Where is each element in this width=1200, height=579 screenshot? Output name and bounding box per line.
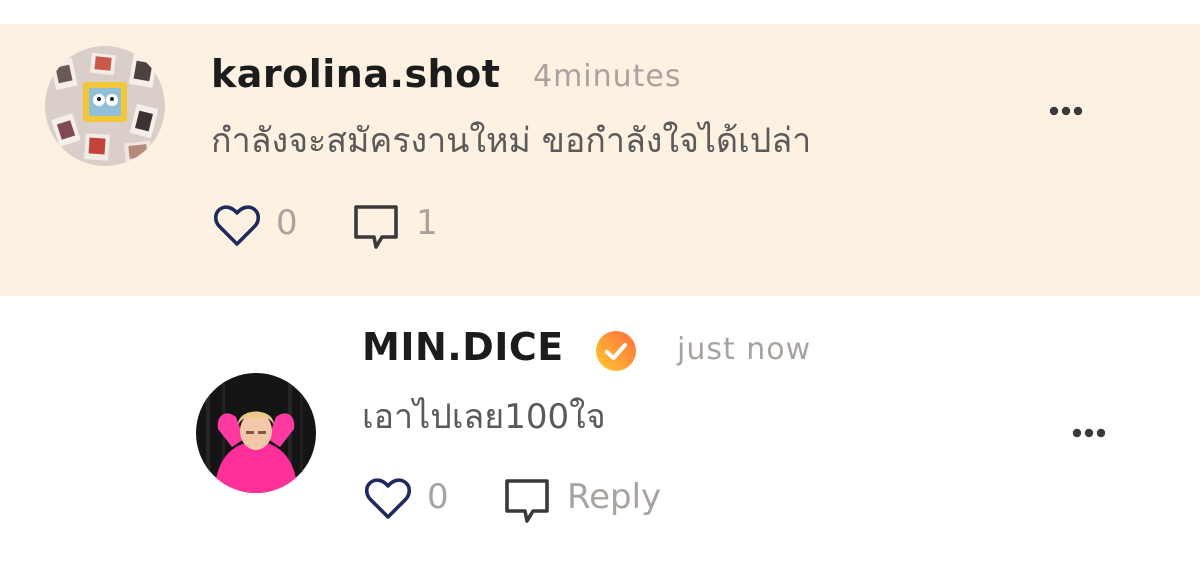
- comment-thread: karolina.shot 4minutes กำลังจะสมัครงานให…: [0, 0, 1200, 579]
- comment-bubble-icon: [505, 479, 549, 523]
- photo-collage-avatar-icon: [45, 46, 165, 166]
- reply-reply-label[interactable]: Reply: [567, 477, 661, 517]
- reply-username[interactable]: MIN.DICE: [362, 325, 564, 369]
- comment-avatar[interactable]: [45, 46, 165, 166]
- comment-reply-button[interactable]: [352, 203, 400, 251]
- verified-badge-icon: [595, 330, 637, 372]
- reply-more-options-icon[interactable]: [1069, 423, 1109, 443]
- comment-like-button[interactable]: [213, 204, 261, 248]
- reply-like-count: 0: [427, 477, 449, 517]
- heart-icon: [364, 478, 412, 519]
- comment-like-count: 0: [276, 203, 298, 243]
- comment-reply-count: 1: [416, 203, 438, 243]
- person-pink-hoodie-avatar-icon: [196, 373, 316, 493]
- comment-bubble-icon: [354, 205, 398, 249]
- comment-text: กำลังจะสมัครงานใหม่ ขอกำลังใจได้เปล่า: [211, 121, 812, 161]
- reply-avatar[interactable]: [196, 373, 316, 493]
- heart-icon: [213, 205, 261, 246]
- comment-timestamp: 4minutes: [533, 59, 682, 94]
- reply-timestamp: just now: [677, 332, 812, 367]
- reply-like-button[interactable]: [364, 477, 412, 521]
- reply-reply-button[interactable]: [503, 477, 551, 525]
- comment-username[interactable]: karolina.shot: [211, 52, 500, 96]
- comment-more-options-icon[interactable]: [1046, 101, 1086, 121]
- reply-text: เอาไปเลย100ใจ: [362, 397, 606, 437]
